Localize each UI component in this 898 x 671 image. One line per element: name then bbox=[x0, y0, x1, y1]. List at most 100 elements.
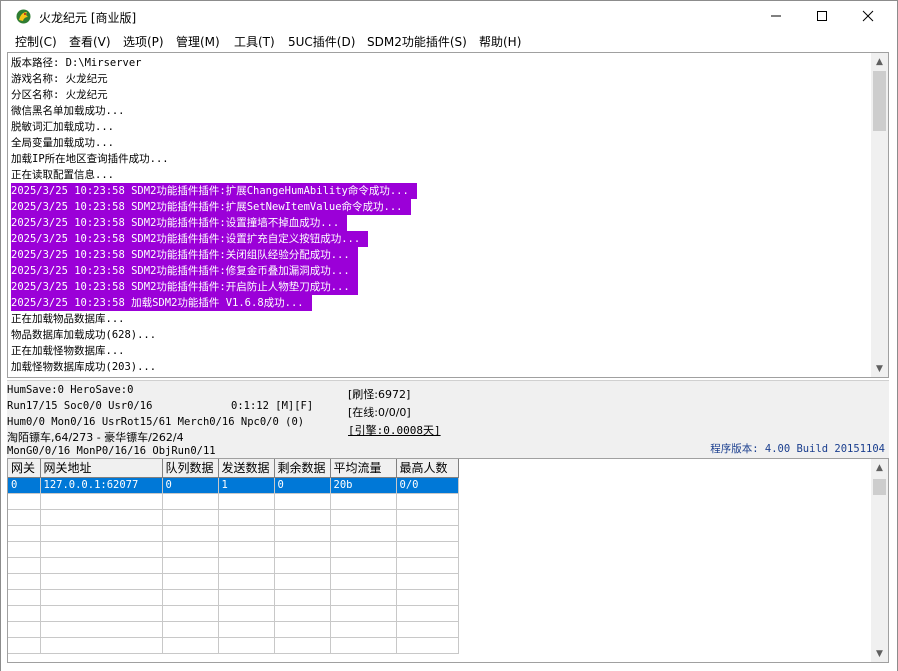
table-cell bbox=[396, 621, 459, 638]
log-scroll-thumb[interactable] bbox=[873, 71, 886, 131]
scroll-down-icon[interactable]: ▼ bbox=[871, 360, 888, 377]
column-header[interactable]: 剩余数据 bbox=[274, 459, 331, 478]
menu-control[interactable]: 控制(C) bbox=[15, 33, 57, 50]
table-cell: 1 bbox=[218, 477, 275, 494]
menu-options[interactable]: 选项(P) bbox=[123, 33, 164, 50]
menu-help[interactable]: 帮助(H) bbox=[479, 33, 521, 50]
menu-view[interactable]: 查看(V) bbox=[69, 33, 111, 50]
empty-table-row[interactable] bbox=[8, 573, 459, 590]
minimize-button[interactable] bbox=[753, 1, 799, 31]
menu-5uc-plugin[interactable]: 5UC插件(D) bbox=[288, 33, 355, 50]
gateway-table: 网关 网关地址 队列数据 发送数据 剩余数据 平均流量 最高人数 0 127.0.0.1:620… bbox=[8, 459, 459, 654]
log-line-text: 2025/3/25 10:23:58 SDM2功能插件插件:关闭组队经验分配成功… bbox=[11, 247, 358, 263]
log-line: 2025/3/25 10:23:58 SDM2功能插件插件:开启防止人物垫刀成功… bbox=[11, 279, 871, 295]
column-header[interactable]: 队列数据 bbox=[162, 459, 219, 478]
table-cell bbox=[396, 605, 459, 622]
table-cell bbox=[218, 589, 275, 606]
maximize-button[interactable] bbox=[799, 1, 845, 31]
table-cell bbox=[330, 509, 397, 526]
table-cell bbox=[218, 557, 275, 574]
empty-table-row[interactable] bbox=[8, 637, 459, 654]
dragon-app-icon bbox=[16, 9, 31, 24]
menu-sdm2-plugin[interactable]: SDM2功能插件(S) bbox=[367, 33, 467, 50]
empty-table-row[interactable] bbox=[8, 541, 459, 558]
column-header[interactable]: 网关 bbox=[8, 459, 41, 478]
log-line: 分区名称: 火龙纪元 bbox=[11, 87, 871, 103]
table-cell bbox=[162, 605, 219, 622]
log-line: 物品数据库加载成功(628)... bbox=[11, 327, 871, 343]
table-cell bbox=[274, 509, 331, 526]
log-line-text: 2025/3/25 10:23:58 SDM2功能插件插件:开启防止人物垫刀成功… bbox=[11, 279, 358, 295]
log-line: 游戏名称: 火龙纪元 bbox=[11, 71, 871, 87]
table-cell bbox=[8, 621, 41, 638]
table-cell: 127.0.0.1:62077 bbox=[40, 477, 163, 494]
table-cell bbox=[218, 493, 275, 510]
log-panel[interactable]: 版本路径: D:\Mirserver 游戏名称: 火龙纪元 分区名称: 火龙纪元微信… bbox=[7, 52, 889, 378]
close-button[interactable] bbox=[845, 1, 891, 31]
table-cell bbox=[396, 541, 459, 558]
log-line: 微信黑名单加载成功... bbox=[11, 103, 871, 119]
status-panel: HumSave:0 HeroSave:0 Run17/15 Soc0/0 Usr… bbox=[7, 380, 889, 458]
gateway-table-panel[interactable]: 网关 网关地址 队列数据 发送数据 剩余数据 平均流量 最高人数 0 127.0.0.1:620… bbox=[7, 458, 889, 663]
table-cell: 0 bbox=[162, 477, 219, 494]
table-cell bbox=[330, 493, 397, 510]
table-cell bbox=[218, 621, 275, 638]
table-cell bbox=[330, 557, 397, 574]
table-cell bbox=[162, 621, 219, 638]
log-line-text: 脱敏词汇加载成功... bbox=[11, 121, 114, 133]
log-line-text: 正在加载怪物数据库... bbox=[11, 345, 125, 357]
empty-table-row[interactable] bbox=[8, 557, 459, 574]
column-header[interactable]: 发送数据 bbox=[218, 459, 275, 478]
log-line: 脱敏词汇加载成功... bbox=[11, 119, 871, 135]
table-cell bbox=[274, 621, 331, 638]
empty-table-row[interactable] bbox=[8, 589, 459, 606]
menu-tools[interactable]: 工具(T) bbox=[234, 33, 275, 50]
table-cell bbox=[162, 541, 219, 558]
empty-table-row[interactable] bbox=[8, 525, 459, 542]
scroll-up-icon[interactable]: ▲ bbox=[871, 53, 888, 70]
empty-table-row[interactable] bbox=[8, 493, 459, 510]
table-cell bbox=[40, 509, 163, 526]
table-cell bbox=[8, 525, 41, 542]
table-cell bbox=[8, 493, 41, 510]
window-frame-left bbox=[0, 31, 1, 671]
table-scrollbar[interactable]: ▲ ▼ bbox=[871, 459, 888, 662]
table-row[interactable]: 0 127.0.0.1:62077 0 1 0 20b 0/0 bbox=[8, 477, 459, 494]
table-cell bbox=[330, 525, 397, 542]
log-scrollbar[interactable]: ▲ ▼ bbox=[871, 53, 888, 377]
empty-table-row[interactable] bbox=[8, 621, 459, 638]
menu-bar: 控制(C) 查看(V) 选项(P) 管理(M) 工具(T) 5UC插件(D) S… bbox=[0, 31, 898, 52]
table-scroll-down-icon[interactable]: ▼ bbox=[871, 645, 888, 662]
table-scroll-thumb[interactable] bbox=[873, 479, 886, 495]
table-cell bbox=[40, 589, 163, 606]
log-line: 2025/3/25 10:23:58 SDM2功能插件插件:关闭组队经验分配成功… bbox=[11, 247, 871, 263]
empty-table-row[interactable] bbox=[8, 605, 459, 622]
column-header[interactable]: 平均流量 bbox=[330, 459, 397, 478]
log-line: 版本路径: D:\Mirserver bbox=[11, 55, 871, 71]
table-cell bbox=[274, 589, 331, 606]
status-mon: MonG0/0/16 MonP0/16/16 ObjRun0/11 bbox=[7, 445, 216, 457]
table-cell bbox=[40, 525, 163, 542]
close-icon bbox=[862, 10, 874, 22]
log-line-text: 2025/3/25 10:23:58 SDM2功能插件插件:设置扩充自定义按钮成… bbox=[11, 231, 369, 247]
menu-manage[interactable]: 管理(M) bbox=[176, 33, 220, 50]
table-cell bbox=[274, 525, 331, 542]
status-engine[interactable]: [引擎:0.0008天] bbox=[348, 422, 441, 438]
log-line-text: 分区名称: 火龙纪元 bbox=[11, 89, 108, 101]
table-cell bbox=[162, 493, 219, 510]
log-line: 2025/3/25 10:23:58 SDM2功能插件插件:修复金币叠加漏洞成功… bbox=[11, 263, 871, 279]
log-line-text: 微信黑名单加载成功... bbox=[11, 105, 125, 117]
table-cell bbox=[40, 557, 163, 574]
column-header[interactable]: 网关地址 bbox=[40, 459, 163, 478]
table-scroll-up-icon[interactable]: ▲ bbox=[871, 459, 888, 476]
log-line-text: 物品数据库加载成功(628)... bbox=[11, 329, 157, 341]
column-header[interactable]: 最高人数 bbox=[396, 459, 459, 478]
table-cell bbox=[274, 493, 331, 510]
log-line-text: 2025/3/25 10:23:58 SDM2功能插件插件:扩展ChangeHu… bbox=[11, 183, 417, 199]
table-cell bbox=[40, 605, 163, 622]
log-line: 全局变量加载成功... bbox=[11, 135, 871, 151]
empty-table-row[interactable] bbox=[8, 509, 459, 526]
log-line-text: 游戏名称: 火龙纪元 bbox=[11, 73, 108, 85]
log-line: 加载IP所在地区查询插件成功... bbox=[11, 151, 871, 167]
table-cell: 0 bbox=[8, 477, 41, 494]
